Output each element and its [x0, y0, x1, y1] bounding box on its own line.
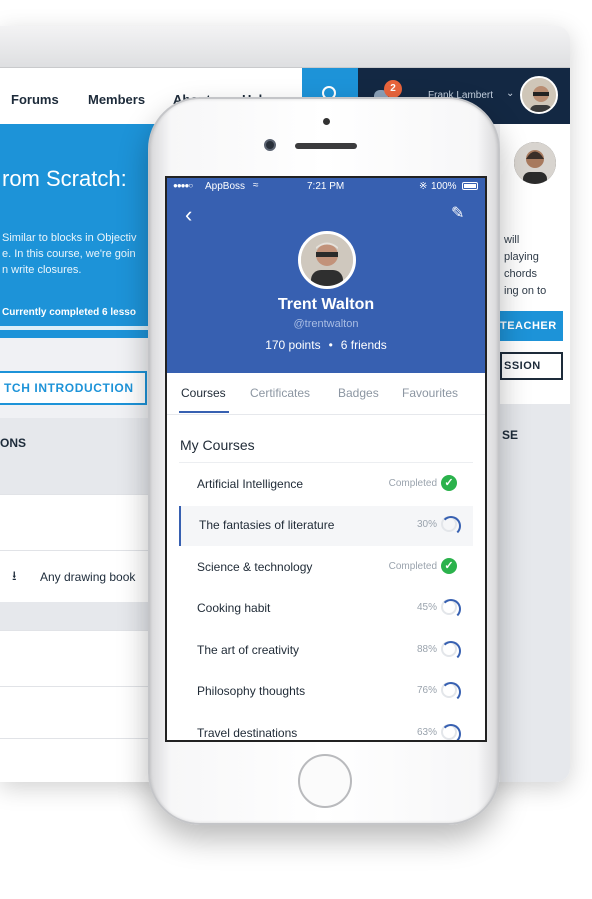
- book-session-button[interactable]: SSION: [500, 352, 563, 380]
- course-status: 30%: [416, 519, 437, 530]
- profile-tabs: Courses Certificates Badges Favourites: [167, 373, 485, 415]
- contact-teacher-button[interactable]: TEACHER: [500, 311, 563, 341]
- earpiece-speaker: [295, 143, 357, 149]
- progress-ring-icon: [441, 724, 461, 740]
- teacher-bio-line: ing on to: [504, 285, 547, 297]
- course-status: 63%: [416, 727, 437, 738]
- course-status: 88%: [416, 644, 437, 655]
- course-section: SE: [500, 404, 570, 782]
- section-title: My Courses: [180, 437, 255, 453]
- check-icon: ✓: [441, 558, 457, 574]
- teacher-bio-line: will: [504, 234, 520, 246]
- course-name: The art of creativity: [197, 643, 300, 657]
- active-tab-indicator: [179, 411, 229, 413]
- course-title: rom Scratch:: [2, 166, 127, 191]
- front-camera: [264, 139, 276, 151]
- status-bar: ●●●●○ AppBoss ≈ 7:21 PM ※ 100%: [167, 178, 485, 196]
- teacher-bio-line: playing: [504, 251, 539, 263]
- course-status: 76%: [416, 685, 437, 696]
- course-name: The fantasies of literature: [199, 518, 335, 532]
- course-item[interactable]: Science & technology Completed ✓: [179, 548, 473, 588]
- course-description-line: Similar to blocks in Objectiv: [2, 232, 137, 244]
- course-status: Completed: [388, 478, 437, 489]
- course-item[interactable]: Artificial Intelligence Completed ✓: [179, 465, 473, 505]
- progress-ring-icon: [441, 516, 461, 536]
- course-name: Artificial Intelligence: [197, 477, 304, 491]
- course-item[interactable]: Travel destinations 63%: [179, 714, 473, 740]
- course-description-line: n write closures.: [2, 264, 82, 276]
- course-item[interactable]: Philosophy thoughts 76%: [179, 672, 473, 712]
- tab-certificates[interactable]: Certificates: [250, 386, 310, 400]
- signal-icon: ●●●●○: [173, 181, 193, 190]
- battery-percent: 100%: [431, 181, 457, 192]
- course-item[interactable]: The art of creativity 88%: [179, 631, 473, 671]
- pencil-icon[interactable]: ✎: [451, 204, 464, 224]
- profile-handle: @trentwalton: [293, 318, 359, 330]
- home-button[interactable]: [298, 754, 352, 808]
- teacher-bio-line: chords: [504, 268, 538, 280]
- course-name: Science & technology: [197, 560, 313, 574]
- course-item[interactable]: Cooking habit 45%: [179, 589, 473, 629]
- nav-forums[interactable]: Forums: [11, 92, 59, 107]
- status-time: 7:21 PM: [307, 181, 345, 192]
- watch-introduction-button[interactable]: TCH INTRODUCTION: [0, 371, 147, 405]
- course-name: Philosophy thoughts: [197, 684, 306, 698]
- download-item-label: Any drawing book: [40, 570, 136, 584]
- friends-count[interactable]: 6 friends: [341, 338, 387, 352]
- course-name: Cooking habit: [197, 601, 271, 615]
- points-count[interactable]: 170 points: [265, 338, 320, 352]
- avatar[interactable]: [520, 76, 558, 114]
- progress-text: Currently completed 6 lesso: [2, 307, 136, 318]
- progress-bar: [0, 326, 160, 330]
- course-status: 45%: [416, 602, 437, 613]
- stats-separator: •: [328, 338, 333, 352]
- lessons-label: ONS: [0, 436, 27, 450]
- notification-badge: 2: [384, 80, 402, 98]
- phone-screen: ●●●●○ AppBoss ≈ 7:21 PM ※ 100% ‹ ✎ Trent…: [165, 176, 487, 742]
- window-titlebar: [0, 26, 570, 68]
- check-icon: ✓: [441, 475, 457, 491]
- course-status: Completed: [388, 561, 437, 572]
- profile-stats: 170 points • 6 friends: [167, 338, 485, 352]
- chevron-down-icon[interactable]: ⌄: [506, 88, 514, 99]
- avatar[interactable]: [298, 231, 356, 289]
- progress-ring-icon: [441, 599, 461, 619]
- teacher-avatar[interactable]: [514, 142, 556, 184]
- tab-favourites[interactable]: Favourites: [402, 386, 458, 400]
- download-icon[interactable]: ⭳: [12, 567, 17, 589]
- progress-ring-icon: [441, 682, 461, 702]
- carrier-name: AppBoss: [205, 181, 246, 192]
- battery-icon: [462, 182, 478, 190]
- bluetooth-icon: ※: [419, 181, 428, 192]
- section-label: SE: [502, 428, 519, 442]
- tab-courses[interactable]: Courses: [181, 386, 226, 400]
- teacher-panel: will playing chords ing on to TEACHER SS…: [500, 124, 570, 782]
- profile-name: Trent Walton: [277, 296, 375, 313]
- profile-header: ●●●●○ AppBoss ≈ 7:21 PM ※ 100% ‹ ✎ Trent…: [167, 178, 485, 373]
- back-arrow-icon[interactable]: ‹: [185, 204, 192, 226]
- progress-ring-icon: [441, 641, 461, 661]
- course-description-line: e. In this course, we're goin: [2, 248, 136, 260]
- wifi-icon: ≈: [253, 180, 259, 191]
- tab-badges[interactable]: Badges: [338, 386, 379, 400]
- divider: [179, 462, 473, 463]
- course-name: Travel destinations: [197, 726, 298, 740]
- nav-members[interactable]: Members: [88, 92, 145, 107]
- course-item[interactable]: The fantasies of literature 30%: [179, 506, 473, 546]
- proximity-sensor: [323, 118, 330, 125]
